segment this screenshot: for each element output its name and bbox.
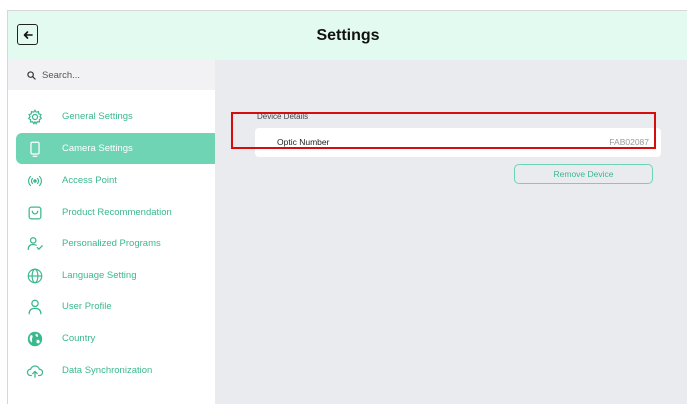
sidebar-item-product-recommendation[interactable]: Product Recommendation [16, 197, 215, 228]
optic-number-label: Optic Number [277, 137, 330, 147]
app-window: Settings Search... General Settings Came… [7, 10, 687, 404]
arrow-left-icon [23, 30, 33, 39]
sidebar-item-label: Personalized Programs [62, 238, 161, 249]
wifi-signal-icon [25, 171, 45, 191]
section-title: Device Details [257, 112, 309, 121]
sidebar-item-user-profile[interactable]: User Profile [16, 291, 215, 322]
gear-icon [25, 107, 45, 127]
sidebar-item-general-settings[interactable]: General Settings [16, 101, 215, 132]
main-content: Device Details Optic Number FAB02087 Rem… [215, 60, 687, 404]
optic-number-value: FAB02087 [609, 137, 649, 147]
sidebar-item-label: Country [62, 333, 96, 344]
sidebar-item-label: Data Synchronization [62, 365, 153, 376]
header-bar: Settings [8, 11, 687, 60]
sidebar-item-label: Product Recommendation [62, 207, 172, 218]
sidebar-item-label: Camera Settings [62, 143, 133, 154]
user-icon [25, 297, 45, 317]
sidebar: Search... General Settings Camera Settin… [8, 60, 215, 404]
earth-icon [25, 329, 45, 349]
sidebar-item-personalized-programs[interactable]: Personalized Programs [16, 228, 215, 259]
optic-number-row: Optic Number FAB02087 [255, 128, 661, 157]
search-placeholder: Search... [42, 69, 81, 81]
search-icon [27, 70, 36, 80]
sidebar-item-label: Language Setting [62, 270, 137, 281]
cloud-upload-icon [25, 361, 45, 381]
globe-icon [25, 266, 45, 286]
shopping-bag-icon [25, 203, 45, 223]
search-input[interactable]: Search... [8, 60, 215, 90]
page-title: Settings [316, 27, 380, 44]
sidebar-item-label: General Settings [62, 111, 133, 122]
sidebar-item-label: User Profile [62, 301, 112, 312]
camera-device-icon [25, 139, 45, 159]
sidebar-item-camera-settings[interactable]: Camera Settings [16, 133, 215, 164]
user-check-icon [25, 234, 45, 254]
back-button[interactable] [17, 24, 38, 45]
sidebar-item-data-synchronization[interactable]: Data Synchronization [16, 355, 215, 386]
sidebar-item-language-setting[interactable]: Language Setting [16, 260, 215, 291]
remove-device-button[interactable]: Remove Device [514, 164, 653, 184]
sidebar-item-country[interactable]: Country [16, 323, 215, 354]
sidebar-item-access-point[interactable]: Access Point [16, 165, 215, 196]
sidebar-item-label: Access Point [62, 175, 117, 186]
